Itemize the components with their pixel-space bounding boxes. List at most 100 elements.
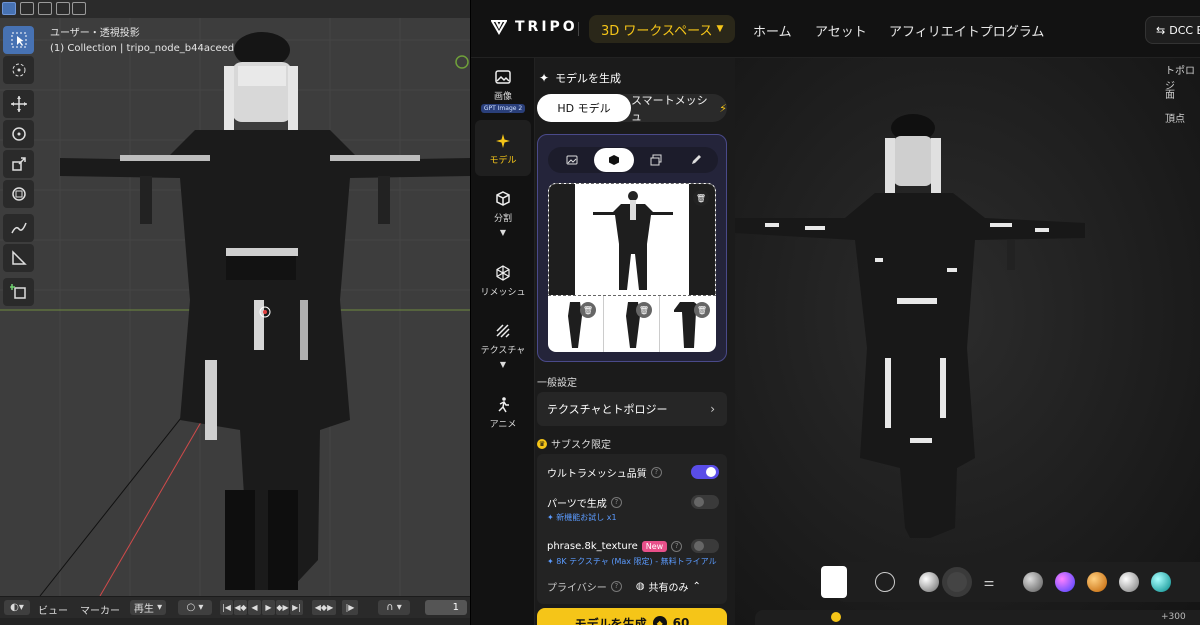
viewport-title: ユーザー・透視投影 [50,28,140,39]
rotate-tool[interactable] [3,120,34,148]
globe-icon: ◍ [635,580,645,592]
select-intersect-icon[interactable] [72,2,86,15]
keying-dropdown[interactable]: ○ ▾ [178,600,212,615]
rotate-icon [11,127,26,141]
generate-parts-toggle[interactable] [691,495,719,509]
delete-image-icon[interactable]: 🗑 [693,190,709,206]
texture-topology-row[interactable]: テクスチャとトポロジー › [537,392,727,426]
magnet-icon: ∩ ▾ [386,602,402,613]
dcc-bridge-button[interactable]: ⇆ DCC B [1145,16,1200,44]
clay-sphere-icon[interactable] [1023,572,1043,592]
measure-tool[interactable] [3,244,34,272]
mode-hd-button[interactable]: HD モデル [537,94,631,122]
help-icon[interactable]: ? [610,580,622,592]
back-view-thumbnail[interactable]: 🗑 [604,296,660,352]
scale-tool[interactable] [3,150,34,178]
option-8k-label: phrase.8k_texture [547,540,638,552]
help-icon[interactable]: ? [671,540,683,552]
jump-keyframe-forward-icon[interactable]: ◆▶ [276,600,289,615]
jump-end-icon[interactable]: ▶| [290,600,303,615]
snap-dropdown[interactable]: ∩ ▾ [378,600,410,615]
sidebar-item-image[interactable]: 画像 GPT Image 2 [475,68,531,114]
normal-sphere-icon[interactable] [1055,572,1075,592]
blender-viewport-grid[interactable] [0,0,470,596]
select-invert-icon[interactable] [56,2,70,15]
select-subtract-icon[interactable] [38,2,52,15]
8k-texture-toggle[interactable] [691,539,719,553]
menu-view[interactable]: ビュー [38,602,68,617]
option-generate-parts-label: パーツで生成 [547,498,607,510]
tab-multi-view[interactable] [594,148,634,172]
rig-preview-icon[interactable] [821,566,847,598]
playback-dropdown[interactable]: 再生 ▾ [130,600,166,615]
nav-assets[interactable]: アセット [815,21,867,40]
tab-text-prompt[interactable] [676,148,716,172]
select-new-icon[interactable] [2,2,16,15]
tripo-logo[interactable]: TRIPO [491,19,578,35]
ultra-mesh-toggle[interactable] [691,465,719,479]
privacy-row[interactable]: プライバシー ? ◍ 共有のみ ⌃ [547,578,719,594]
tripo-logo-icon [491,20,507,35]
chevron-up-icon: ⌃ [692,580,701,592]
add-cube-tool[interactable] [3,278,34,306]
left-view-thumbnail[interactable]: 🗑 [548,296,604,352]
material-sphere-icon[interactable] [919,572,939,592]
timeline-ruler[interactable] [0,618,470,625]
tab-single-image[interactable] [552,148,592,172]
character-back-thumbnail [626,302,640,348]
mesh-icon [496,265,510,281]
select-box-tool[interactable] [3,26,34,54]
help-icon[interactable]: ? [610,496,622,508]
play-icon[interactable]: ▶ [262,600,275,615]
active-shading-icon[interactable] [947,572,967,592]
sidebar-item-animate[interactable]: アニメ [475,396,531,436]
workspace-dropdown[interactable]: 3D ワークスペース ▼ [589,15,736,43]
viewport-bottom-bar [755,610,1200,625]
delete-thumbnail-icon[interactable]: 🗑 [694,302,710,318]
generate-model-button[interactable]: モデルを生成 ◆ 60 [537,608,727,625]
dcc-button-label: DCC B [1169,23,1200,37]
sidebar-item-texture[interactable]: テクスチャ ▼ [475,322,531,372]
delete-thumbnail-icon[interactable]: 🗑 [580,302,596,318]
help-icon[interactable]: ? [650,466,662,478]
lightning-icon: ⚡ [719,101,727,115]
front-view-image[interactable]: 🗑 [548,183,716,296]
tab-batch-images[interactable] [636,148,676,172]
keyframe-nav-icon[interactable]: ◀◆▶ [312,600,336,615]
nav-home[interactable]: ホーム [753,21,792,40]
sidebar-item-segment[interactable]: 分割 ▼ [475,190,531,240]
view-thumbnails: 🗑 🗑 🗑 [548,296,716,352]
annotate-tool[interactable] [3,214,34,242]
move-tool[interactable] [3,90,34,118]
current-frame-field[interactable]: 1 [425,600,467,615]
caret-down-icon: ▼ [716,24,724,34]
menu-marker[interactable]: マーカー [80,602,120,617]
character-side-thumbnail [568,302,582,348]
auto-key-icon[interactable]: |▶ [342,600,358,615]
chrome-sphere-icon[interactable] [1119,572,1139,592]
blender-header-strip [0,0,470,18]
select-extend-icon[interactable] [20,2,34,15]
jump-start-icon[interactable]: |◀ [220,600,233,615]
add-cube-icon [9,284,26,299]
editor-type-button[interactable]: ◐▾ [4,600,30,615]
sidebar-item-model[interactable]: モデル [475,120,531,176]
right-view-thumbnail[interactable]: 🗑 [660,296,716,352]
pen-icon [10,222,27,234]
delete-thumbnail-icon[interactable]: 🗑 [636,302,652,318]
jump-keyframe-back-icon[interactable]: ◀◆ [234,600,247,615]
mode-smart-mesh-button[interactable]: スマートメッシュ ⚡ [631,94,727,123]
blender-window: ユーザー・透視投影 (1) Collection | tripo_node_b4… [0,0,470,625]
sliders-icon[interactable]: ⚌ [979,572,999,592]
transform-tool[interactable] [3,180,34,208]
sidebar-item-remesh[interactable]: リメッシュ [475,264,531,304]
nav-affiliate[interactable]: アフィリエイトプログラム [889,21,1044,40]
globe-icon[interactable] [875,572,895,592]
new-badge: New [641,540,668,552]
teal-sphere-icon[interactable] [1151,572,1171,592]
model-viewport[interactable]: トポロジ 面 頂点 ⚌ +300 [735,58,1200,625]
option-ultra-mesh-label: ウルトラメッシュ品質 [547,468,647,480]
play-reverse-icon[interactable]: ◀ [248,600,261,615]
gold-sphere-icon[interactable] [1087,572,1107,592]
cursor-tool[interactable] [3,56,34,84]
